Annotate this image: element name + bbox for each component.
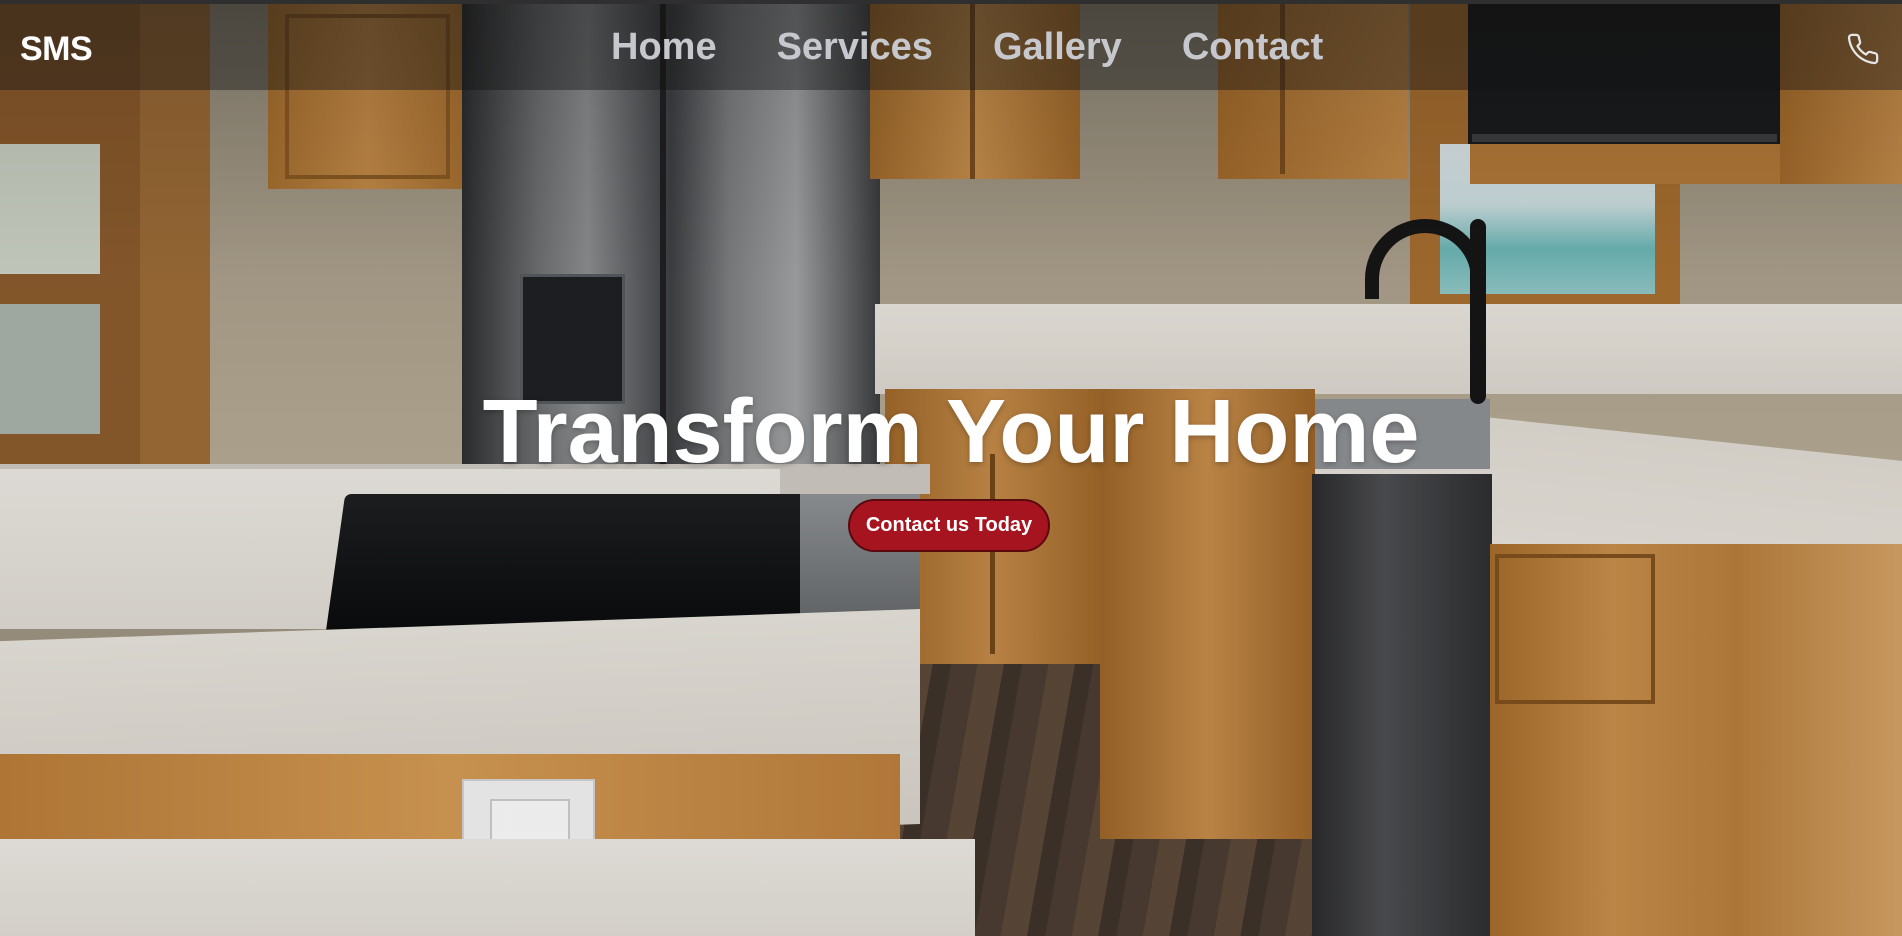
- hero-title: Transform Your Home: [482, 382, 1420, 482]
- nav-links: Home Services Gallery Contact: [611, 26, 1323, 69]
- phone-button[interactable]: [1846, 32, 1880, 66]
- navbar: SMS Home Services Gallery Contact: [0, 4, 1902, 90]
- contact-us-button[interactable]: Contact us Today: [848, 499, 1050, 552]
- nav-link-home[interactable]: Home: [611, 26, 717, 69]
- nav-link-contact[interactable]: Contact: [1182, 26, 1323, 69]
- nav-link-services[interactable]: Services: [777, 26, 933, 69]
- nav-link-gallery[interactable]: Gallery: [993, 26, 1122, 69]
- phone-icon: [1847, 33, 1879, 65]
- page: SMS Home Services Gallery Contact Transf…: [0, 0, 1902, 936]
- site-logo[interactable]: SMS: [20, 30, 93, 69]
